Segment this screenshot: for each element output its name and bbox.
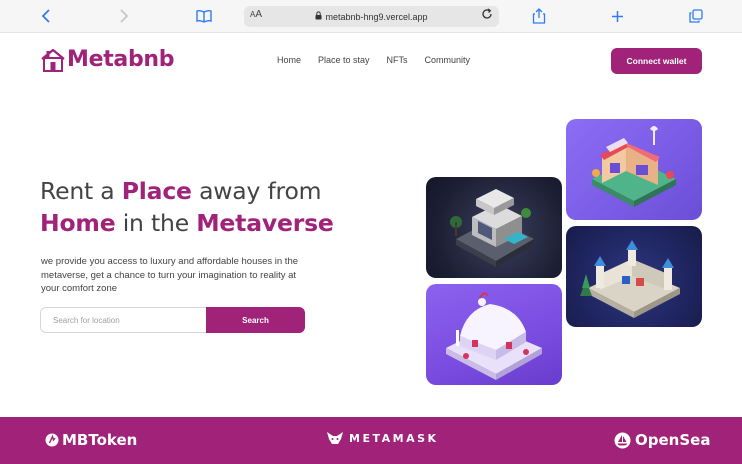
opensea-label: OpenSea — [635, 431, 711, 449]
address-bar[interactable]: AA metabnb-hng9.vercel.app — [244, 6, 499, 27]
house-logo-icon — [41, 48, 65, 72]
isometric-house-image — [450, 189, 534, 267]
mbtoken-label: MBToken — [62, 431, 138, 449]
hero-title-highlight: Home — [40, 209, 116, 237]
isometric-castle-image — [580, 240, 680, 318]
hero-title-part: in the — [115, 209, 197, 237]
browser-toolbar: AA metabnb-hng9.vercel.app — [0, 0, 742, 33]
lock-icon — [315, 11, 322, 22]
hero-title-part: away from — [191, 177, 322, 205]
nav-place-to-stay[interactable]: Place to stay — [318, 55, 370, 65]
isometric-snow-house-image — [446, 292, 542, 380]
tabs-icon — [689, 9, 703, 23]
partner-metamask[interactable]: METAMASK — [326, 431, 439, 445]
metamask-label: METAMASK — [349, 431, 439, 445]
search-form: Search — [40, 307, 305, 333]
hero-description: we provide you access to luxury and affo… — [41, 256, 299, 294]
page: AA metabnb-hng9.vercel.app Metabnb Home … — [0, 0, 742, 464]
hero-title-highlight: Place — [121, 177, 192, 205]
bookmarks-button[interactable] — [192, 5, 216, 27]
reload-button[interactable] — [481, 8, 493, 23]
nft-tile-house[interactable] — [426, 177, 562, 278]
forward-button[interactable] — [112, 5, 136, 27]
nav-nfts[interactable]: NFTs — [387, 55, 408, 65]
main-nav: Home Place to stay NFTs Community — [277, 55, 487, 65]
plus-icon — [611, 10, 623, 22]
partner-opensea[interactable]: OpenSea — [614, 431, 710, 449]
url-text: metabnb-hng9.vercel.app — [325, 11, 428, 22]
url-display: metabnb-hng9.vercel.app — [244, 6, 499, 27]
location-search-input[interactable] — [40, 307, 206, 333]
hero-title-part: Rent a — [40, 177, 122, 205]
metamask-fox-icon — [327, 432, 343, 444]
back-button[interactable] — [34, 5, 58, 27]
reload-icon — [482, 8, 492, 19]
partners-bar: MBToken METAMASK OpenSea — [0, 417, 742, 464]
share-icon — [532, 8, 546, 24]
tabs-overview-button[interactable] — [684, 5, 708, 27]
search-button[interactable]: Search — [206, 307, 305, 333]
nft-tile-snow-house[interactable] — [426, 284, 562, 385]
isometric-market-image — [592, 126, 676, 207]
chevron-left-icon — [41, 9, 50, 23]
new-tab-button[interactable] — [605, 5, 629, 27]
chevron-right-icon — [120, 9, 129, 23]
hero-title-highlight: Metaverse — [196, 209, 334, 237]
opensea-icon — [614, 432, 631, 448]
connect-wallet-button[interactable]: Connect wallet — [611, 48, 702, 74]
book-icon — [196, 9, 212, 23]
site-logo[interactable]: Metabnb — [40, 47, 175, 72]
nav-community[interactable]: Community — [425, 55, 471, 65]
partner-mbtoken[interactable]: MBToken — [45, 431, 137, 449]
mbtoken-icon — [45, 433, 59, 447]
nft-tile-castle[interactable] — [566, 226, 702, 327]
share-button[interactable] — [527, 5, 551, 27]
nft-tile-market[interactable] — [566, 119, 702, 220]
nav-home[interactable]: Home — [277, 55, 301, 65]
hero-title: Rent a Place away from Home in the Metav… — [40, 175, 400, 239]
logo-text: Metabnb — [67, 47, 175, 72]
